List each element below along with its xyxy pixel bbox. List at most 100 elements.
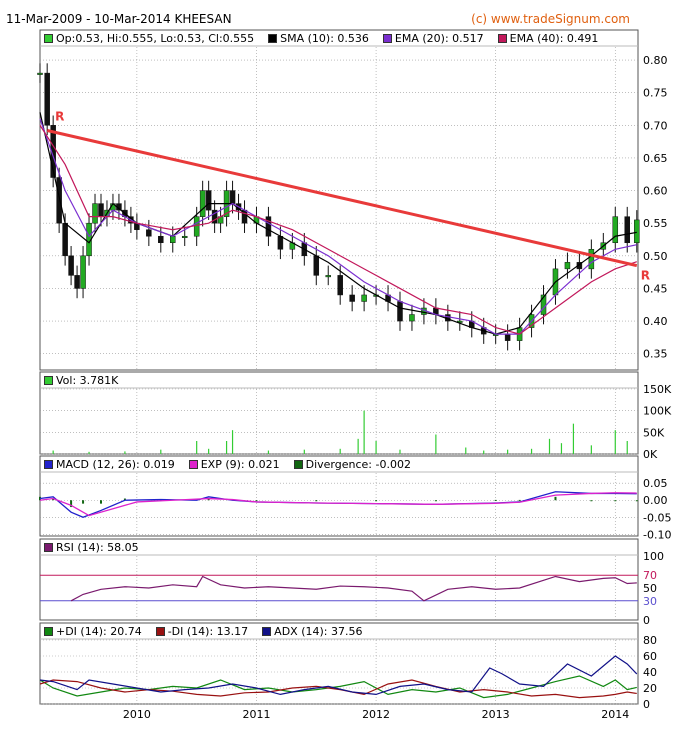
candle-body xyxy=(492,333,499,336)
rsi-legend: RSI (14): 58.05 xyxy=(40,540,638,555)
resistance-trendline xyxy=(46,129,638,268)
candle-body xyxy=(469,320,475,328)
candle-body xyxy=(576,262,583,270)
rsi-legend-swatch xyxy=(44,543,53,552)
candle-body xyxy=(445,314,451,322)
x-tick-label: 2010 xyxy=(123,708,151,721)
divergence-bar xyxy=(123,498,126,501)
divergence-bar xyxy=(434,500,437,502)
rsi-y-tick-label: 50 xyxy=(643,582,657,595)
macd-y-tick-label: 0.05 xyxy=(643,477,668,490)
candle-body xyxy=(540,294,547,315)
candle-body xyxy=(235,203,242,211)
candle-body xyxy=(504,333,511,341)
volume-legend: Vol: 3.781K xyxy=(40,373,638,388)
candle-body xyxy=(122,209,128,217)
date-range-title: 11-Mar-2009 - 10-Mar-2014 KHEESAN xyxy=(6,12,232,26)
divergence-bar xyxy=(518,499,521,501)
source-credit: (c) www.tradeSignum.com xyxy=(471,12,630,26)
exp-signal-line xyxy=(39,492,637,517)
price-legend-item: Op:0.53, Hi:0.555, Lo:0.53, Cl:0.555 xyxy=(44,32,254,45)
candle-body xyxy=(349,294,355,302)
divergence-bar xyxy=(375,500,378,502)
candle-body xyxy=(128,216,134,224)
divergence-bar xyxy=(554,496,557,501)
candle-body xyxy=(600,242,607,250)
price-legend-swatch xyxy=(268,34,278,43)
candle-body xyxy=(146,229,152,237)
candle-body xyxy=(134,222,140,230)
candle-body xyxy=(199,190,206,217)
volume-legend-swatch xyxy=(44,376,53,385)
divergence-bar xyxy=(494,499,497,501)
divergence-bar xyxy=(159,499,162,501)
candle-body xyxy=(74,275,80,289)
candle-body xyxy=(193,216,200,237)
dmi-legend-swatch xyxy=(155,627,165,636)
dmi-legend-swatch xyxy=(262,627,272,636)
candle-body xyxy=(528,314,535,328)
dmi-legend-label: ADX (14): 37.56 xyxy=(274,625,363,638)
candle-body xyxy=(337,275,343,296)
dmi-legend-label: -DI (14): 13.17 xyxy=(167,625,249,638)
price-y-tick-label: 0.40 xyxy=(643,315,668,328)
price-y-tick-label: 0.80 xyxy=(643,54,668,67)
divergence-bar xyxy=(39,496,41,501)
x-tick-label: 2012 xyxy=(362,708,390,721)
volume-y-tick-label: 50K xyxy=(643,426,665,439)
candle-body xyxy=(116,203,122,211)
candle-body xyxy=(92,203,98,224)
volume-legend-label: Vol: 3.781K xyxy=(56,374,119,387)
price-legend-label: EMA (20): 0.517 xyxy=(394,32,484,45)
candle-body xyxy=(223,190,230,217)
candle-body xyxy=(68,255,74,276)
macd-legend: MACD (12, 26): 0.019 EXP (9): 0.021 Diverg… xyxy=(40,457,638,472)
candle-body xyxy=(564,262,571,270)
macd-legend-swatch xyxy=(293,460,303,469)
macd-legend-swatch xyxy=(188,460,198,469)
rsi-legend-label: RSI (14): 58.05 xyxy=(56,541,139,554)
ema-40-line xyxy=(39,124,637,335)
dmi-legend-label: +DI (14): 20.74 xyxy=(56,625,142,638)
x-tick-label: 2011 xyxy=(242,708,270,721)
price-legend-label: EMA (40): 0.491 xyxy=(509,32,599,45)
price-legend-item: EMA (20): 0.517 xyxy=(382,32,484,45)
macd-y-tick-label: 0.00 xyxy=(643,494,668,507)
price-y-tick-label: 0.70 xyxy=(643,119,668,132)
dmi-y-tick-label: 0 xyxy=(643,698,650,711)
candle-body xyxy=(457,320,463,323)
price-legend-item: SMA (10): 0.536 xyxy=(268,32,369,45)
price-y-tick-label: 0.45 xyxy=(643,282,668,295)
divergence-bar xyxy=(207,498,210,501)
price-legend-label: SMA (10): 0.536 xyxy=(280,32,369,45)
candle-body xyxy=(313,255,320,276)
candle-body xyxy=(289,242,296,250)
divergence-bar xyxy=(614,500,617,502)
price-legend-swatch xyxy=(497,34,507,43)
rsi-line xyxy=(70,575,637,602)
dmi-y-tick-label: 40 xyxy=(643,666,657,679)
dmi-legend-swatch xyxy=(44,627,53,636)
rsi-y-tick-label: 30 xyxy=(643,595,657,608)
candle-body xyxy=(110,203,116,211)
macd-legend-label: EXP (9): 0.021 xyxy=(200,458,280,471)
macd-line xyxy=(39,491,637,518)
candle-body xyxy=(62,222,68,257)
candle-body xyxy=(397,301,403,322)
candle-body xyxy=(50,125,56,178)
candle-body xyxy=(612,216,619,244)
divergence-bar xyxy=(99,500,102,504)
minus-di-line xyxy=(39,679,637,699)
trendline-end-label: R xyxy=(641,269,650,283)
rsi-y-tick-label: 70 xyxy=(643,569,657,582)
divergence-bar xyxy=(70,500,73,508)
price-legend-swatch xyxy=(382,34,392,43)
candle-body xyxy=(480,327,487,335)
candle-body xyxy=(361,294,367,302)
divergence-bar xyxy=(315,500,318,502)
chart-stage: 11-Mar-2009 - 10-Mar-2014 KHEESAN (c) ww… xyxy=(0,0,680,733)
candle-body xyxy=(80,255,86,289)
x-tick-label: 2014 xyxy=(601,708,629,721)
macd-y-tick-label: -0.05 xyxy=(643,511,671,524)
candle-body xyxy=(86,222,92,257)
